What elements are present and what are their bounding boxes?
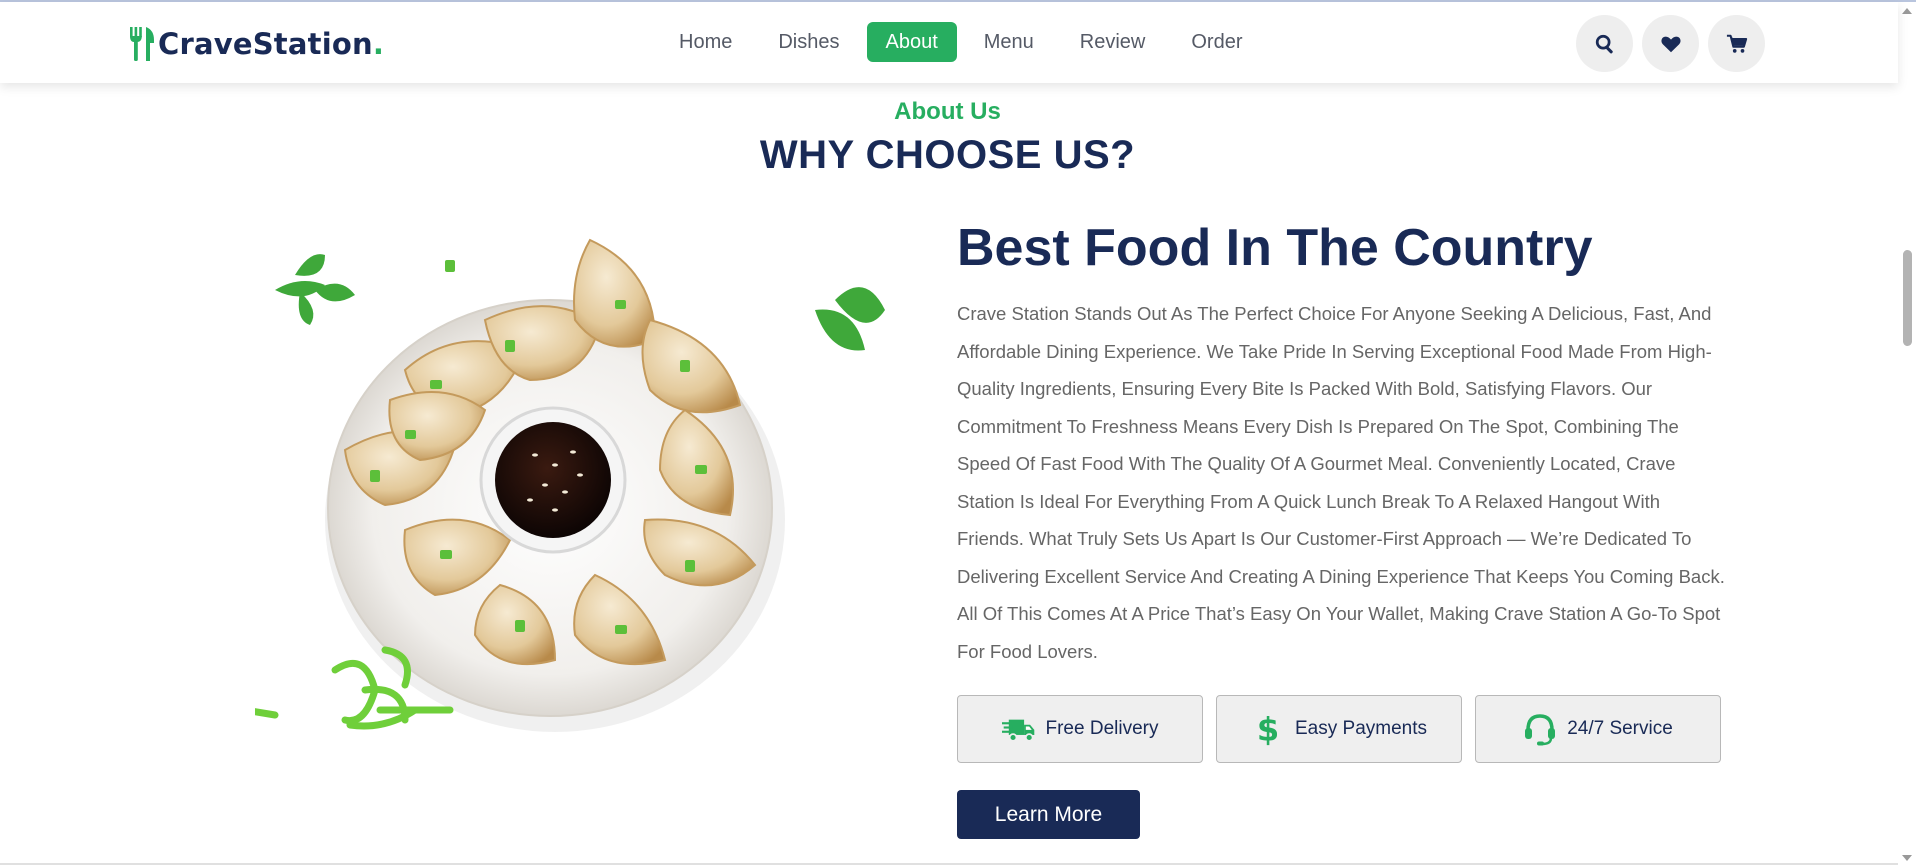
about-image: [241, 230, 905, 790]
feature-free-delivery[interactable]: Free Delivery: [957, 695, 1203, 763]
nav-dishes[interactable]: Dishes: [759, 22, 858, 62]
site-header: CraveStation. Home Dishes About Menu Rev…: [0, 2, 1898, 83]
nav-order[interactable]: Order: [1172, 22, 1261, 62]
about-paragraph: Crave Station Stands Out As The Perfect …: [957, 303, 1725, 662]
brand-logo[interactable]: CraveStation.: [128, 24, 384, 64]
feature-24-7-service-label: 24/7 Service: [1567, 718, 1673, 739]
cart-icon: [1726, 34, 1747, 53]
learn-more-button[interactable]: Learn More: [957, 790, 1140, 839]
dumplings-plate-illustration: [241, 238, 885, 732]
brand-name: CraveStation.: [158, 27, 385, 61]
section-sub-heading: About Us: [894, 98, 1001, 125]
about-title: Best Food In The Country: [957, 219, 1593, 277]
feature-24-7-service[interactable]: 24/7 Service: [1475, 695, 1721, 763]
nav-menu[interactable]: Menu: [965, 22, 1053, 62]
nav-home[interactable]: Home: [660, 22, 751, 62]
svg-text:$: $: [1257, 712, 1279, 746]
search-icon: [1595, 34, 1613, 53]
feature-easy-payments[interactable]: $ Easy Payments: [1216, 695, 1462, 763]
scroll-up-icon[interactable]: [1902, 8, 1912, 14]
shipping-fast-icon: [1001, 719, 1034, 742]
wishlist-button[interactable]: [1642, 15, 1699, 72]
dollar-icon: $: [1257, 712, 1279, 746]
nav-about[interactable]: About: [866, 22, 957, 62]
scrollbar-thumb[interactable]: [1903, 250, 1912, 346]
main-nav: Home Dishes About Menu Review Order: [660, 22, 1262, 62]
nav-review[interactable]: Review: [1061, 22, 1165, 62]
scroll-down-icon[interactable]: [1902, 855, 1912, 861]
search-button[interactable]: [1576, 15, 1633, 72]
feature-easy-payments-label: Easy Payments: [1295, 718, 1427, 739]
vertical-scrollbar[interactable]: [1898, 2, 1916, 865]
feature-list: Free Delivery $ Easy Payments 24/7 Servi…: [957, 695, 1721, 763]
cart-button[interactable]: [1708, 15, 1765, 72]
feature-free-delivery-label: Free Delivery: [1045, 718, 1159, 739]
section-heading: WHY CHOOSE US?: [759, 133, 1136, 177]
headset-icon: [1525, 714, 1556, 746]
utensils-icon: [130, 27, 154, 61]
heart-icon: [1660, 36, 1681, 52]
header-icons: [1576, 15, 1765, 72]
